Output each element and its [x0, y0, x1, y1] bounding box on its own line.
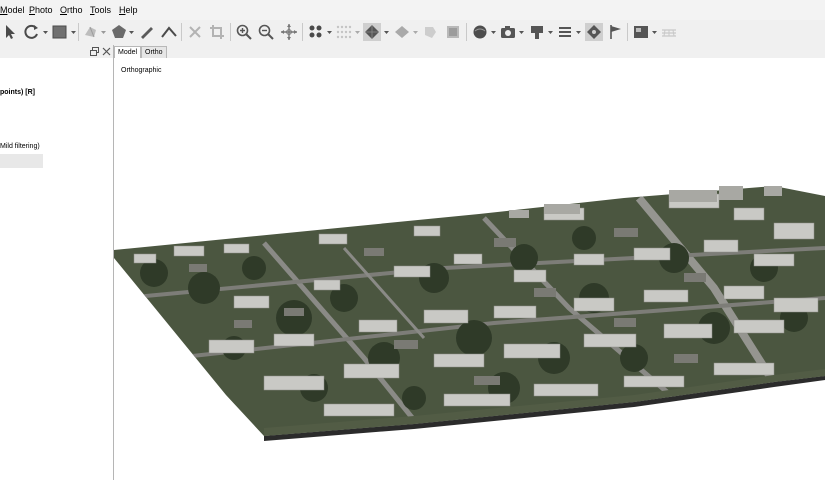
markers-icon[interactable]	[585, 23, 603, 41]
capture-view-icon[interactable]	[499, 23, 517, 41]
zoom-in-icon[interactable]	[235, 23, 253, 41]
property-field	[0, 154, 43, 168]
chevron-down-icon[interactable]	[43, 30, 48, 35]
float-pane-icon[interactable]	[90, 47, 99, 56]
chevron-down-icon[interactable]	[548, 30, 553, 35]
polyline-icon[interactable]	[160, 23, 178, 41]
polygon-shape-icon[interactable]	[110, 23, 128, 41]
show-points-icon[interactable]	[307, 23, 325, 41]
close-icon[interactable]	[102, 47, 111, 56]
chevron-down-icon[interactable]	[384, 30, 389, 35]
ortho-view-icon[interactable]	[632, 23, 650, 41]
texture-icon[interactable]	[421, 23, 439, 41]
chevron-down-icon[interactable]	[355, 30, 360, 35]
model-viewport[interactable]: Orthographic	[114, 58, 825, 480]
free-form-selection-icon[interactable]	[82, 23, 100, 41]
chevron-down-icon[interactable]	[652, 30, 657, 35]
chevron-down-icon[interactable]	[129, 30, 134, 35]
show-dense-cloud-icon[interactable]	[335, 23, 353, 41]
crop-icon[interactable]	[208, 23, 226, 41]
chevron-down-icon[interactable]	[71, 30, 76, 35]
tree-item-point-count[interactable]: points) [R]	[0, 89, 35, 96]
ruler-icon[interactable]	[138, 23, 156, 41]
rotate-object-icon[interactable]	[23, 23, 41, 41]
city-3d-model[interactable]	[114, 58, 825, 480]
view-tabs: Model Ortho	[114, 45, 825, 59]
chevron-down-icon[interactable]	[519, 30, 524, 35]
rectangle-selection-icon[interactable]	[51, 23, 69, 41]
projection-label: Orthographic	[121, 67, 162, 74]
show-tiled-model-icon[interactable]	[393, 23, 411, 41]
chevron-down-icon[interactable]	[576, 30, 581, 35]
zoom-out-icon[interactable]	[257, 23, 275, 41]
workspace-pane: points) [R] Mild filtering)	[0, 45, 114, 480]
menu-tools[interactable]: Tools	[90, 5, 111, 16]
menu-ortho[interactable]: Ortho	[60, 5, 83, 16]
show-cameras-icon[interactable]	[471, 23, 489, 41]
layers-icon[interactable]	[556, 23, 574, 41]
tree-item-filtering[interactable]: Mild filtering)	[0, 143, 40, 150]
menu-photo[interactable]: Photo	[29, 5, 53, 16]
menu-model[interactable]: Model	[0, 5, 25, 16]
toolbar-divider	[466, 23, 467, 41]
grid-icon[interactable]	[660, 23, 678, 41]
menu-help[interactable]: Help	[119, 5, 138, 16]
flags-icon[interactable]	[607, 23, 625, 41]
toolbar	[0, 20, 825, 46]
toolbar-divider	[230, 23, 231, 41]
navigation-arrow-icon[interactable]	[1, 23, 19, 41]
toolbar-divider	[181, 23, 182, 41]
delete-selection-icon[interactable]	[186, 23, 204, 41]
toolbar-divider	[302, 23, 303, 41]
pane-header	[0, 45, 113, 58]
show-model-icon[interactable]	[363, 23, 381, 41]
toolbar-divider	[78, 23, 79, 41]
chevron-down-icon[interactable]	[327, 30, 332, 35]
shapes-icon[interactable]	[528, 23, 546, 41]
menu-bar: Model Photo Ortho Tools Help	[0, 0, 825, 20]
chevron-down-icon[interactable]	[101, 30, 106, 35]
chevron-down-icon[interactable]	[413, 30, 418, 35]
show-dem-icon[interactable]	[444, 23, 462, 41]
move-object-icon[interactable]	[280, 23, 298, 41]
toolbar-divider	[627, 23, 628, 41]
chevron-down-icon[interactable]	[491, 30, 496, 35]
